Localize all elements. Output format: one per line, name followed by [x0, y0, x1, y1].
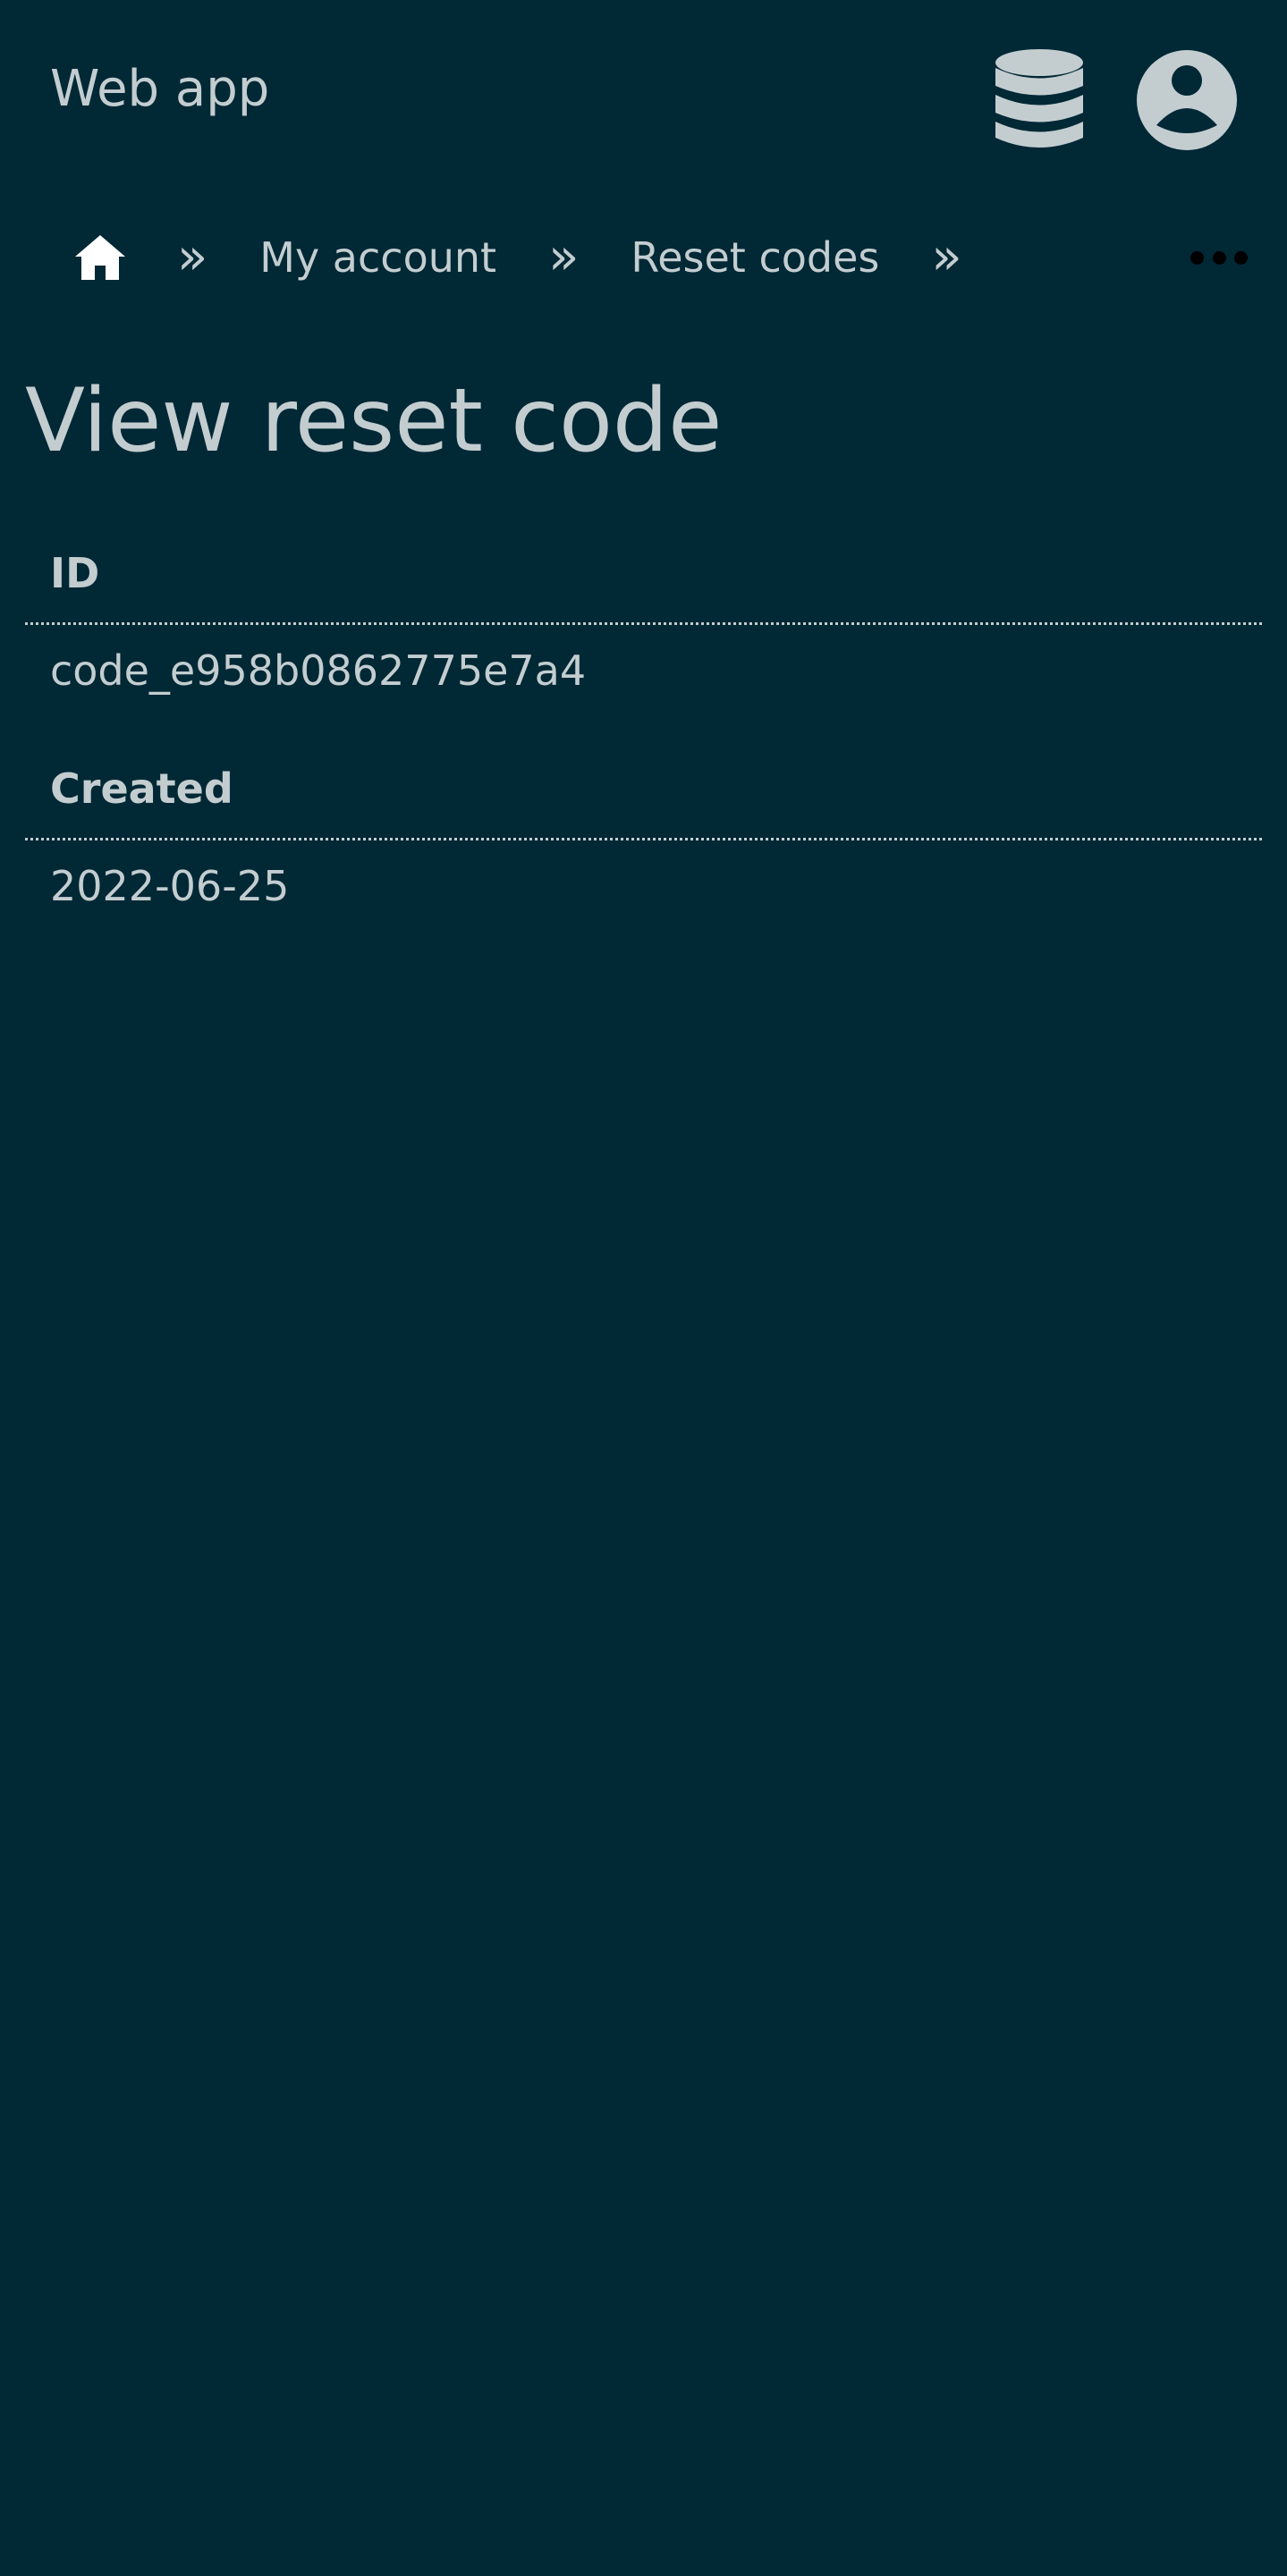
breadcrumb-separator: » — [548, 228, 580, 286]
more-dot — [1190, 250, 1204, 265]
more-horizontal-icon[interactable] — [1190, 243, 1248, 272]
breadcrumb-my-account[interactable]: My account — [259, 237, 496, 278]
breadcrumb-separator: » — [931, 228, 962, 286]
breadcrumb: » My account » Reset codes » — [75, 225, 1014, 290]
breadcrumb-reset-codes[interactable]: Reset codes — [631, 237, 879, 278]
header-icons — [995, 48, 1237, 152]
id-label: ID — [25, 536, 1262, 625]
more-dot — [1212, 250, 1226, 265]
database-icon[interactable] — [995, 48, 1083, 152]
app-title-link[interactable]: Web app — [50, 64, 269, 114]
home-icon[interactable] — [75, 235, 125, 280]
app-header: Web app — [0, 0, 1287, 197]
created-value: 2022-06-25 — [50, 862, 290, 910]
detail-list: ID code_e958b0862775e7a4 Created 2022-06… — [25, 536, 1262, 967]
more-dot — [1234, 250, 1248, 265]
user-circle-icon[interactable] — [1137, 50, 1237, 150]
breadcrumb-separator: » — [177, 228, 208, 286]
page-title: View reset code — [25, 370, 723, 472]
created-label: Created — [25, 752, 1262, 840]
id-value: code_e958b0862775e7a4 — [50, 646, 587, 695]
